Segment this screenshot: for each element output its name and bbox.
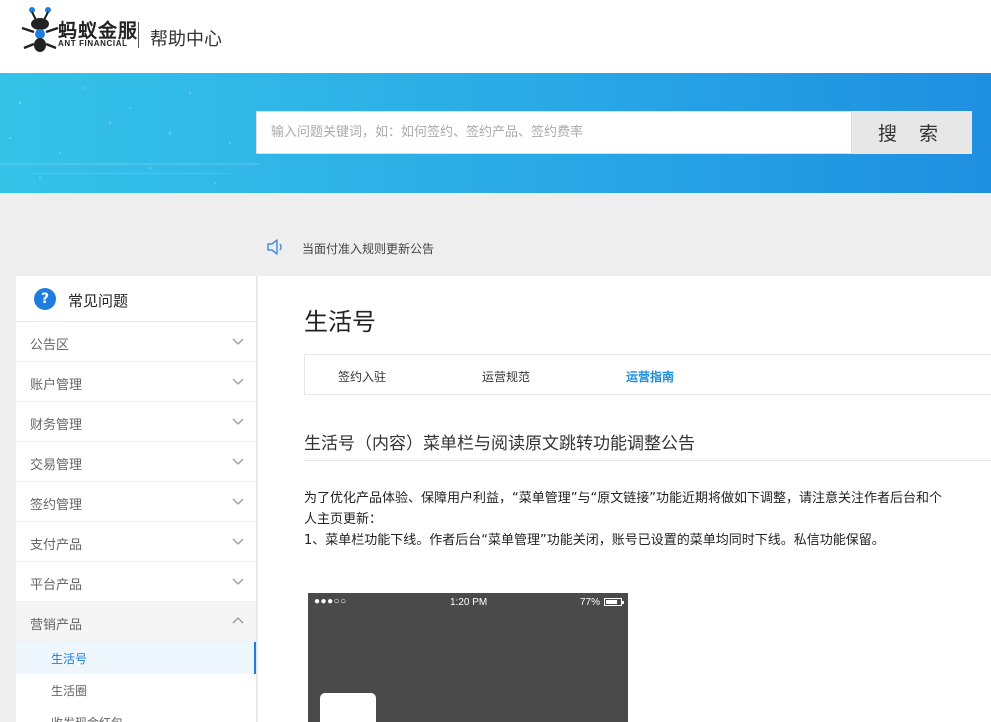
chevron-down-icon xyxy=(232,378,244,385)
top-header: 蚂蚁金服 ANT FINANCIAL 帮助中心 xyxy=(0,0,991,73)
sidebar-subitem-label: 收发现金红包 xyxy=(51,714,123,722)
question-icon: ? xyxy=(34,288,56,310)
tab-operation-rules[interactable]: 运营规范 xyxy=(482,368,530,385)
sidebar-item-label: 账户管理 xyxy=(30,378,83,393)
sidebar-item-label: 营销产品 xyxy=(30,618,83,633)
sidebar-item-contracts[interactable]: 签约管理 xyxy=(16,482,256,522)
brand-name-en: ANT FINANCIAL xyxy=(58,39,128,48)
sidebar-item-marketing-products[interactable]: 营销产品 xyxy=(16,602,256,642)
search-banner: 搜 索 xyxy=(0,73,991,193)
ant-logo-icon[interactable] xyxy=(18,4,62,56)
chevron-down-icon xyxy=(232,498,244,505)
search-box xyxy=(256,111,852,154)
tab-bar: 签约入驻 运营规范 运营指南 xyxy=(304,354,991,395)
article-divider xyxy=(304,460,991,461)
sidebar-subitem-label: 生活号 xyxy=(51,652,88,666)
sidebar-item-label: 支付产品 xyxy=(30,538,83,553)
sidebar-subitem-life-circle[interactable]: 生活圈 xyxy=(16,674,256,706)
phone-screenshot: ●●●○○ 1:20 PM 77% xyxy=(308,593,628,722)
sidebar-item-label: 财务管理 xyxy=(30,418,83,433)
chevron-down-icon xyxy=(232,418,244,425)
tab-operation-guide[interactable]: 运营指南 xyxy=(626,368,674,385)
phone-status-bar: ●●●○○ 1:20 PM 77% xyxy=(308,593,628,613)
signal-strength: ●●●○○ xyxy=(314,596,347,607)
brand-divider xyxy=(138,22,139,48)
search-input[interactable] xyxy=(257,112,851,153)
speaker-icon xyxy=(267,239,282,255)
chevron-down-icon xyxy=(232,578,244,585)
battery-percent: 77% xyxy=(579,597,600,608)
sidebar-item-payment-products[interactable]: 支付产品 xyxy=(16,522,256,562)
sidebar-item-finance[interactable]: 财务管理 xyxy=(16,402,256,442)
sidebar-item-label: 公告区 xyxy=(30,338,70,353)
tab-signup[interactable]: 签约入驻 xyxy=(338,368,386,385)
phone-time: 1:20 PM xyxy=(450,597,488,608)
battery-icon xyxy=(604,598,624,606)
chevron-down-icon xyxy=(232,538,244,545)
chevron-up-icon xyxy=(232,617,244,624)
search-button[interactable]: 搜 索 xyxy=(852,111,972,154)
article-paragraph: 1、菜单栏功能下线。作者后台“菜单管理”功能关闭，账号已设置的菜单均同时下线。私… xyxy=(304,533,885,548)
sidebar-subitem-life-account[interactable]: 生活号 xyxy=(16,642,256,674)
notice-link[interactable]: 当面付准入规则更新公告 xyxy=(302,240,434,257)
sidebar-item-announcements[interactable]: 公告区 xyxy=(16,322,256,362)
help-center-title[interactable]: 帮助中心 xyxy=(150,25,222,51)
sidebar-header: ? 常见问题 xyxy=(16,276,256,322)
sidebar-item-label: 交易管理 xyxy=(30,458,83,473)
article-paragraph: 为了优化产品体验、保障用户利益，“菜单管理”与“原文链接”功能近期将做如下调整，… xyxy=(304,491,942,527)
sidebar-item-platform-products[interactable]: 平台产品 xyxy=(16,562,256,602)
sidebar-item-label: 平台产品 xyxy=(30,578,83,593)
sidebar-item-transactions[interactable]: 交易管理 xyxy=(16,442,256,482)
chevron-down-icon xyxy=(232,458,244,465)
page-title: 生活号 xyxy=(304,308,376,336)
sidebar-item-account[interactable]: 账户管理 xyxy=(16,362,256,402)
chevron-down-icon xyxy=(232,338,244,345)
sidebar-subitem-label: 生活圈 xyxy=(51,684,88,698)
faq-sidebar: ? 常见问题 公告区 账户管理 财务管理 交易管理 签约管理 支付产品 平台产品… xyxy=(16,276,257,722)
sidebar-subitem-cash-redpacket[interactable]: 收发现金红包 xyxy=(16,706,256,722)
phone-card xyxy=(320,693,376,722)
article-title: 生活号（内容）菜单栏与阅读原文跳转功能调整公告 xyxy=(304,434,695,454)
sidebar-title: 常见问题 xyxy=(68,292,129,310)
sidebar-item-label: 签约管理 xyxy=(30,498,83,513)
main-content: 生活号 签约入驻 运营规范 运营指南 生活号（内容）菜单栏与阅读原文跳转功能调整… xyxy=(258,276,991,722)
